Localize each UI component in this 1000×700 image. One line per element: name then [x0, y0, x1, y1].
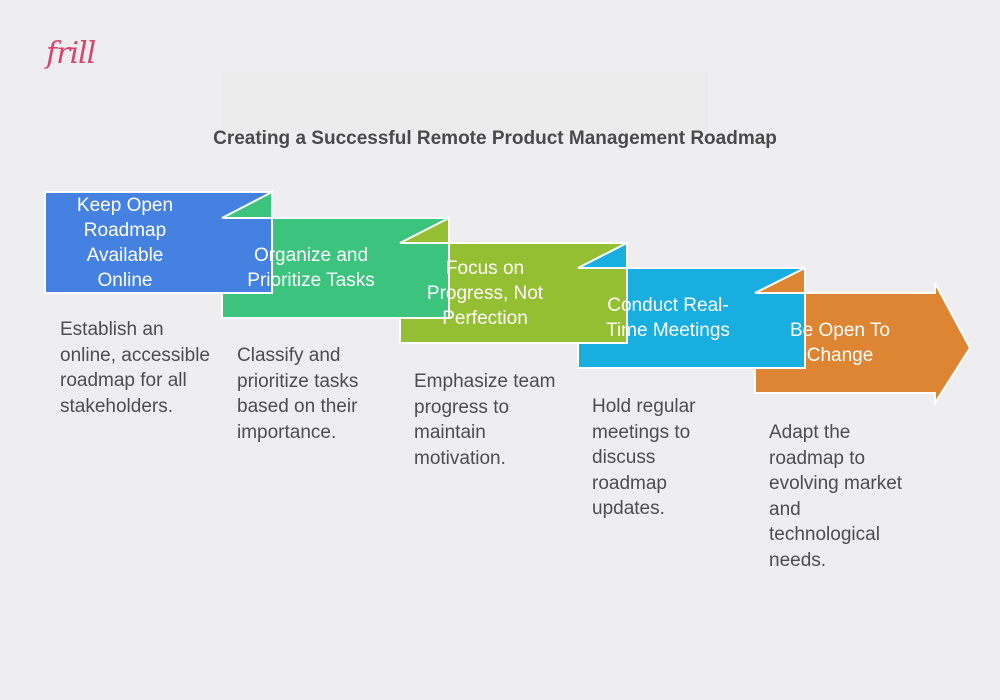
step-1-label: Keep Open Roadmap Available Online: [76, 194, 174, 291]
step-5-label: Be Open To Change: [789, 320, 890, 366]
step-5-description: Adapt the roadmap to evolving market and…: [769, 422, 903, 571]
step-4-description: Hold regular meetings to discuss roadmap…: [592, 396, 696, 519]
step-4-label: Conduct Real-Time Meetings: [606, 295, 730, 341]
step-2-label: Organize and Prioritize Tasks: [247, 245, 375, 291]
step-3-description: Emphasize team progress to maintain moti…: [414, 371, 556, 469]
step-1-description: Establish an online, accessible roadmap …: [60, 319, 210, 417]
step-3-label: Focus on Progress, Not Perfection: [426, 257, 544, 329]
step-2-description: Classify and prioritize tasks based on t…: [237, 345, 359, 443]
